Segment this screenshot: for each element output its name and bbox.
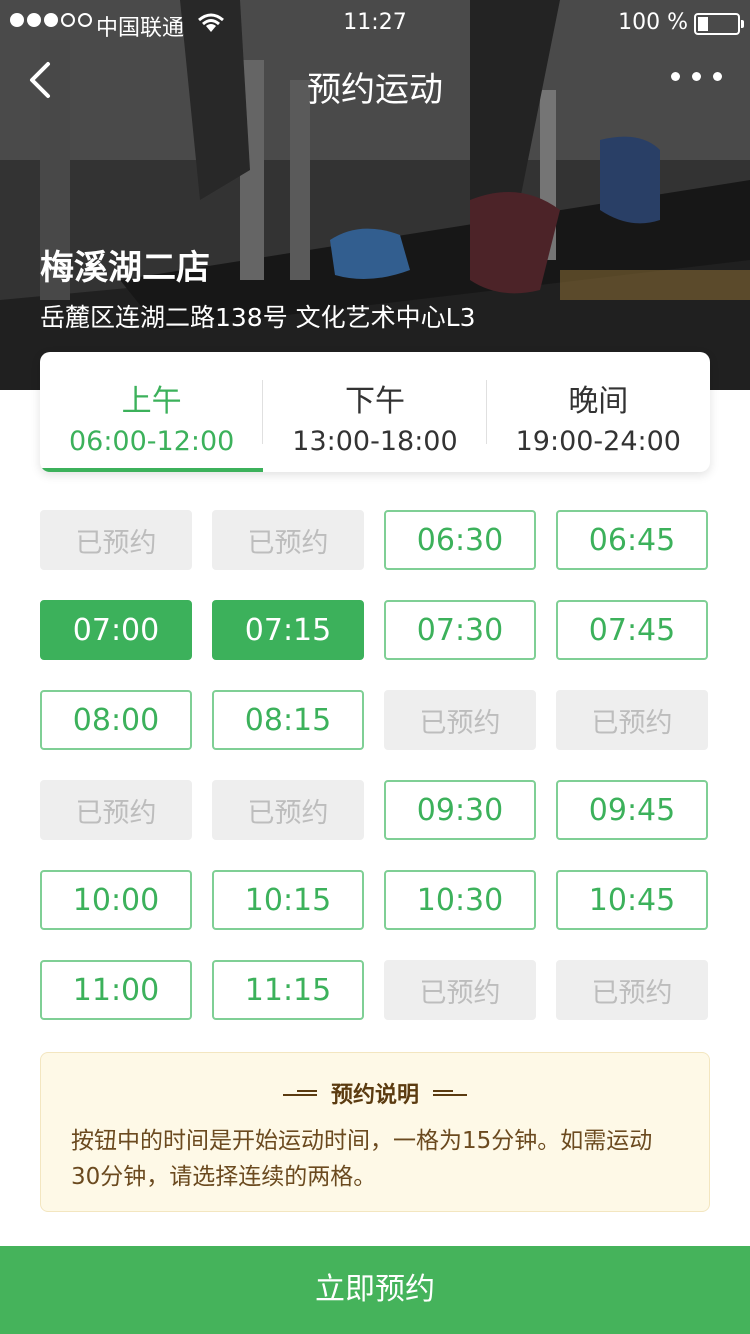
- time-slot: 已预约: [212, 780, 364, 840]
- time-slot[interactable]: 09:45: [556, 780, 708, 840]
- tab-time-range: 13:00-18:00: [292, 426, 458, 457]
- time-slot[interactable]: 07:45: [556, 600, 708, 660]
- time-slot[interactable]: 07:00: [40, 600, 192, 660]
- time-slot[interactable]: 10:30: [384, 870, 536, 930]
- battery-icon: [694, 13, 744, 35]
- notice-text: 按钮中的时间是开始运动时间，一格为15分钟。如需运动30分钟，请选择连续的两格。: [71, 1128, 653, 1190]
- time-slot: 已预约: [556, 690, 708, 750]
- time-slot[interactable]: 09:30: [384, 780, 536, 840]
- notice-title: 预约说明: [330, 1083, 419, 1108]
- time-slot[interactable]: 11:00: [40, 960, 192, 1020]
- notice-header: 预约说明: [71, 1077, 679, 1109]
- tab-label: 下午: [344, 384, 405, 419]
- tab-label: 晚间: [568, 384, 629, 419]
- time-slot-grid: 已预约 已预约 06:30 06:45 07:00 07:15 07:30 07…: [40, 510, 710, 1020]
- time-slot[interactable]: 07:30: [384, 600, 536, 660]
- nav-bar: 预约运动: [0, 50, 750, 114]
- store-name: 梅溪湖二店: [40, 248, 210, 288]
- time-slot[interactable]: 06:45: [556, 510, 708, 570]
- time-slot: 已预约: [40, 510, 192, 570]
- hero-banner: 中国联通 11:27 100 % 预约运动 梅溪湖二店 岳麓区连湖二路138号 …: [0, 0, 750, 390]
- time-slot[interactable]: 10:15: [212, 870, 364, 930]
- decor-dash-icon: [282, 1088, 317, 1098]
- time-slot[interactable]: 10:00: [40, 870, 192, 930]
- tab-time-range: 06:00-12:00: [68, 426, 235, 457]
- time-slot: 已预约: [384, 690, 536, 750]
- time-slot: 已预约: [40, 780, 192, 840]
- time-period-tabs: 上午 06:00-12:00 下午 13:00-18:00 晚间 19:00-2…: [40, 352, 710, 472]
- more-icon[interactable]: [671, 72, 722, 81]
- battery-percentage: 100 %: [618, 10, 688, 35]
- tab-afternoon[interactable]: 下午 13:00-18:00: [263, 352, 487, 472]
- time-slot[interactable]: 10:45: [556, 870, 708, 930]
- time-slot: 已预约: [384, 960, 536, 1020]
- time-slot: 已预约: [556, 960, 708, 1020]
- time-slot[interactable]: 06:30: [384, 510, 536, 570]
- store-address: 岳麓区连湖二路138号 文化艺术中心L3: [40, 303, 476, 332]
- tab-time-range: 19:00-24:00: [515, 426, 681, 457]
- decor-dash-icon: [433, 1088, 467, 1098]
- tab-evening[interactable]: 晚间 19:00-24:00: [487, 352, 710, 472]
- booking-notice: 预约说明 按钮中的时间是开始运动时间，一格为15分钟。如需运动30分钟，请选择连…: [40, 1052, 710, 1212]
- page-title: 预约运动: [307, 70, 443, 110]
- tab-morning[interactable]: 上午 06:00-12:00: [40, 352, 264, 472]
- time-slot[interactable]: 07:15: [212, 600, 364, 660]
- book-now-button[interactable]: 立即预约: [0, 1246, 750, 1334]
- time-slot: 已预约: [212, 510, 364, 570]
- tab-label: 上午: [121, 384, 182, 419]
- time-slot[interactable]: 08:15: [212, 690, 364, 750]
- time-slot[interactable]: 11:15: [212, 960, 364, 1020]
- status-bar: 中国联通 11:27 100 %: [0, 0, 750, 50]
- time-slot[interactable]: 08:00: [40, 690, 192, 750]
